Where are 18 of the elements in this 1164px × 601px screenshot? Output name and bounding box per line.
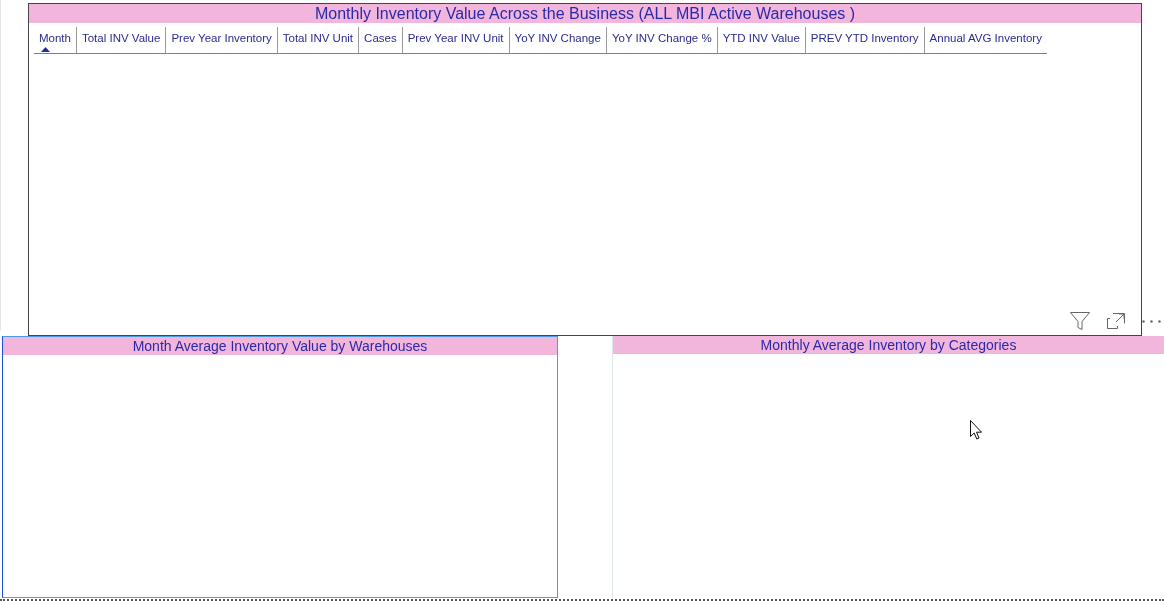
mouse-pointer-icon	[970, 420, 983, 440]
column-header[interactable]: Prev Year INV Unit	[402, 27, 510, 53]
filter-icon[interactable]	[1070, 312, 1090, 330]
column-header[interactable]: Annual AVG Inventory	[924, 27, 1047, 53]
column-header[interactable]: YoY INV Change	[509, 27, 607, 53]
column-header[interactable]: Cases	[359, 27, 403, 53]
column-header[interactable]: YTD INV Value	[717, 27, 806, 53]
column-header[interactable]: Total INV Value	[76, 27, 167, 53]
focus-mode-icon[interactable]	[1107, 313, 1125, 329]
more-options-icon[interactable]	[1142, 319, 1161, 323]
visual-title: Monthly Average Inventory by Categories	[613, 336, 1164, 354]
visual-title: Month Average Inventory Value by Warehouses	[3, 337, 557, 355]
column-header[interactable]: PREV YTD Inventory	[805, 27, 925, 53]
visual-title: Monthly Inventory Value Across the Business (ALL MBI Active Warehouses )	[29, 4, 1141, 23]
column-header[interactable]: Month	[34, 27, 77, 53]
column-header[interactable]: Prev Year Inventory	[166, 27, 278, 53]
column-header[interactable]: YoY INV Change %	[606, 27, 718, 53]
column-header[interactable]: Total INV Unit	[277, 27, 360, 53]
